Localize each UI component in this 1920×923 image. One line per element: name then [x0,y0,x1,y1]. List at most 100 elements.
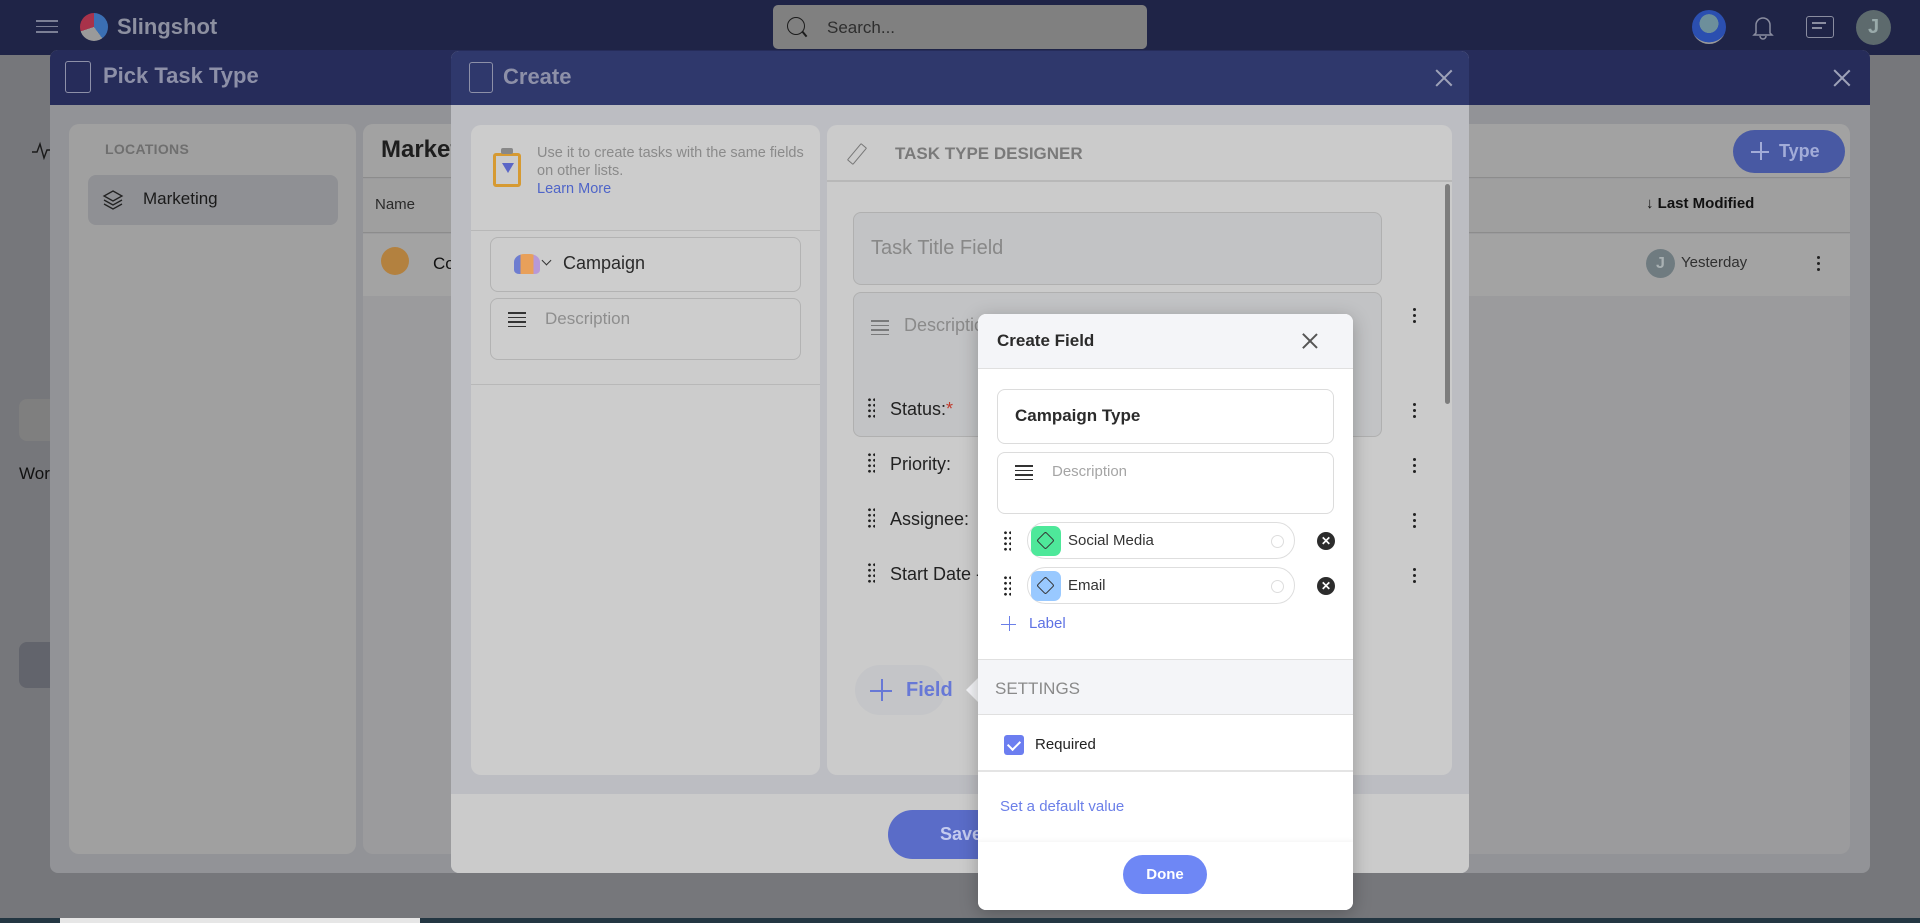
locations-panel: LOCATIONS Marketing [69,124,356,854]
plus-icon [1001,616,1016,631]
remove-label-icon[interactable]: ✕ [1317,577,1335,595]
label-color-swatch[interactable] [1031,526,1061,556]
field-assignee[interactable]: Assignee: [890,509,969,530]
search-icon [787,17,805,35]
notifications-bell-icon[interactable] [1752,14,1774,40]
description-more-icon[interactable] [1413,308,1417,326]
remove-label-icon[interactable]: ✕ [1317,532,1335,550]
top-bar: Slingshot Search... J [0,0,1920,55]
clipboard-diamond-icon [493,148,521,187]
field-start-date[interactable]: Start Date - [890,564,982,585]
row-more-icon[interactable] [1817,256,1821,274]
required-label[interactable]: Required [1035,736,1096,753]
designer-header: TASK TYPE DESIGNER [827,125,1452,182]
default-radio[interactable] [1271,580,1284,593]
learn-more-link[interactable]: Learn More [537,181,611,197]
user-avatar[interactable]: J [1856,10,1891,45]
required-checkbox[interactable] [1004,735,1024,755]
plus-icon [1751,142,1769,160]
clipboard-icon [469,62,493,93]
slingshot-logo-icon [80,13,108,41]
search-input[interactable]: Search... [773,5,1147,49]
type-description-field[interactable]: Description [490,298,801,360]
field-description-input[interactable]: Description [997,452,1334,514]
paint-bucket-icon [1036,531,1055,550]
label-text[interactable]: Email [1068,577,1106,594]
close-icon[interactable] [1830,67,1852,89]
drag-handle-icon[interactable] [867,452,875,474]
add-field-button[interactable]: Field [855,665,953,715]
type-description-placeholder: Description [545,309,631,328]
add-type-label: Type [1779,141,1820,161]
type-name-field[interactable]: Campaign [490,237,801,292]
label-option: Email ✕ [997,567,1335,605]
assistant-avatar-icon[interactable] [1692,10,1726,44]
handshake-icon[interactable] [514,254,540,274]
required-marker: * [946,399,954,419]
field-name-input[interactable]: Campaign Type [997,389,1334,444]
column-name[interactable]: Name [375,196,415,213]
close-icon[interactable] [1432,67,1454,89]
done-button[interactable]: Done [1123,855,1207,894]
search-placeholder: Search... [827,18,896,37]
add-label-text: Label [1029,615,1066,632]
default-radio[interactable] [1271,535,1284,548]
create-header: Create [451,51,1469,105]
field-name-value: Campaign Type [1015,406,1141,425]
designer-title: TASK TYPE DESIGNER [895,144,1083,163]
hamburger-menu-icon[interactable] [36,16,58,38]
set-default-value-link[interactable]: Set a default value [1000,798,1124,815]
task-title-field[interactable]: Task Title Field [853,212,1382,285]
close-icon[interactable] [1299,331,1319,351]
location-label: Marketing [143,189,218,208]
chevron-down-icon[interactable] [541,255,552,266]
column-last-modified-label: Last Modified [1657,195,1755,212]
description-lines-icon [1015,465,1033,481]
dialog-title: Pick Task Type [103,63,259,88]
info-description: Use it to create tasks with the same fie… [537,145,804,179]
create-title: Create [503,64,572,89]
activity-icon[interactable] [32,140,52,161]
location-item-marketing[interactable]: Marketing [88,175,338,225]
add-type-button[interactable]: Type [1733,130,1845,173]
field-status[interactable]: Status:* [890,399,953,420]
taskbar-tab [60,918,420,923]
row-modified: Yesterday [1681,254,1748,271]
label-pill[interactable]: Email [1027,567,1295,604]
messages-icon[interactable] [1806,16,1834,38]
drag-handle-icon[interactable] [1003,575,1011,597]
lightbulb-icon [381,247,409,275]
field-more-icon[interactable] [1413,568,1417,586]
settings-title: SETTINGS [995,679,1081,698]
plus-icon [870,679,892,701]
label-text[interactable]: Social Media [1068,532,1154,549]
field-more-icon[interactable] [1413,403,1417,421]
locations-label: LOCATIONS [105,141,190,157]
column-last-modified[interactable]: ↓ Last Modified [1646,195,1754,212]
field-more-icon[interactable] [1413,513,1417,531]
field-priority[interactable]: Priority: [890,454,951,475]
task-type-info-panel: Use it to create tasks with the same fie… [471,125,820,775]
field-description-placeholder: Description [1052,463,1128,480]
layers-icon [102,189,124,211]
description-lines-icon [508,312,526,328]
drag-handle-icon[interactable] [867,562,875,584]
paint-bucket-icon [1036,576,1055,595]
modifier-avatar: J [1646,249,1675,278]
popover-arrow [966,678,978,702]
label-color-swatch[interactable] [1031,571,1061,601]
label-pill[interactable]: Social Media [1027,522,1295,559]
info-text: Use it to create tasks with the same fie… [537,144,807,198]
designer-scrollbar[interactable] [1445,184,1450,404]
workspace-label: Wor [19,464,50,483]
pencil-icon [846,143,868,165]
task-title-placeholder: Task Title Field [871,237,1004,259]
drag-handle-icon[interactable] [867,397,875,419]
add-field-label: Field [906,679,953,701]
drag-handle-icon[interactable] [867,507,875,529]
field-label: Status: [890,399,947,419]
type-name-value: Campaign [563,253,646,273]
settings-section: SETTINGS [978,659,1353,715]
field-more-icon[interactable] [1413,458,1417,476]
drag-handle-icon[interactable] [1003,530,1011,552]
